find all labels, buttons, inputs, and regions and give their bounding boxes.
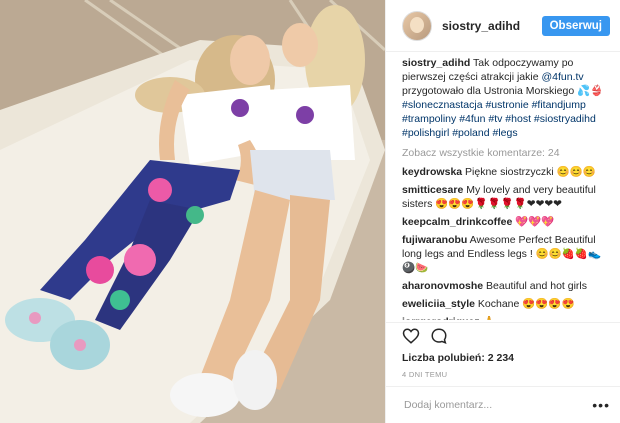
post-header: siostry_adihd Obserwuj bbox=[386, 0, 620, 52]
action-bar bbox=[386, 322, 620, 352]
username[interactable]: siostry_adihd bbox=[442, 19, 542, 33]
comment-username[interactable]: aharonovmoshe bbox=[402, 280, 483, 292]
photo-illustration bbox=[0, 0, 385, 423]
view-all-comments-link[interactable]: Zobacz wszystkie komentarze: 24 bbox=[402, 146, 608, 160]
add-comment-bar: ••• bbox=[386, 386, 620, 423]
heart-icon[interactable] bbox=[402, 327, 420, 345]
caption-text-2: przygotowało dla Ustronia Morskiego 💦👙 bbox=[402, 85, 604, 97]
comment-username[interactable]: fujiwaranobu bbox=[402, 234, 467, 246]
comment-item: eweliciia_style Kochane 😍😍😍😍 bbox=[402, 297, 608, 311]
follow-button[interactable]: Obserwuj bbox=[541, 15, 610, 36]
comments-section: siostry_adihd Tak odpoczywamy po pierwsz… bbox=[386, 56, 620, 320]
post-side-panel: siostry_adihd Obserwuj siostry_adihd Tak… bbox=[385, 0, 620, 423]
post-photo[interactable] bbox=[0, 0, 385, 423]
timestamp: 4 DNI TEMU bbox=[402, 370, 448, 379]
caption-username[interactable]: siostry_adihd bbox=[402, 57, 470, 69]
comment-text: 🙏 bbox=[480, 316, 496, 320]
likes-count[interactable]: Liczba polubień: 2 234 bbox=[402, 352, 514, 364]
add-comment-input[interactable] bbox=[402, 398, 593, 412]
comment-username[interactable]: keepcalm_drinkcoffee bbox=[402, 216, 512, 228]
comment-item: aharonovmoshe Beautiful and hot girls bbox=[402, 279, 608, 293]
comment-text: Beautiful and hot girls bbox=[483, 280, 588, 292]
comment-item: jorrgerodriguez 🙏 bbox=[402, 315, 608, 320]
comment-item: keepcalm_drinkcoffee 💖💖💖 bbox=[402, 215, 608, 229]
comment-username[interactable]: keydrowska bbox=[402, 166, 462, 178]
avatar[interactable] bbox=[402, 10, 432, 41]
caption-mention[interactable]: @4fun.tv bbox=[541, 71, 583, 83]
caption: siostry_adihd Tak odpoczywamy po pierwsz… bbox=[402, 56, 608, 140]
comment-text: 💖💖💖 bbox=[512, 216, 555, 228]
ellipsis-icon[interactable]: ••• bbox=[592, 397, 610, 413]
comment-username[interactable]: smitticesare bbox=[402, 184, 463, 196]
comment-item: keydrowska Piękne siostrzyczki 😊😊😊 bbox=[402, 165, 608, 179]
comment-item: fujiwaranobu Awesome Perfect Beautiful l… bbox=[402, 233, 608, 275]
comment-username[interactable]: jorrgerodriguez bbox=[402, 316, 480, 320]
speech-bubble-icon[interactable] bbox=[430, 327, 448, 345]
comment-item: smitticesare My lovely and very beautifu… bbox=[402, 183, 608, 211]
caption-hashtags[interactable]: #slonecznastacja #ustronie #fitandjump #… bbox=[402, 99, 596, 139]
comment-username[interactable]: eweliciia_style bbox=[402, 298, 475, 310]
comment-text: Piękne siostrzyczki 😊😊😊 bbox=[462, 166, 596, 178]
comment-text: Kochane 😍😍😍😍 bbox=[474, 298, 575, 310]
